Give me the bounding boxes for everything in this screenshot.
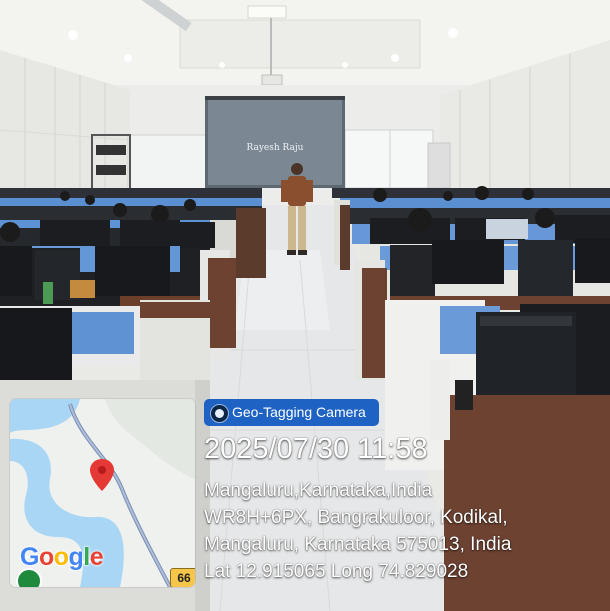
whiteboard — [127, 134, 209, 191]
projected-slide-title: Rayesh Raju — [247, 143, 304, 153]
timestamp: 2025/07/30 11:58 — [204, 433, 428, 465]
google-logo-letter: o — [53, 543, 69, 571]
coordinates-line: Lat 12.915065 Long 74.829028 — [204, 561, 469, 582]
geo-tagging-app-name: Geo-Tagging Camera — [232, 404, 366, 420]
geo-tagging-badge: Geo-Tagging Camera — [204, 399, 379, 426]
camera-lens-icon — [210, 404, 229, 423]
ceiling-projector — [261, 74, 283, 86]
ceiling-spotlight — [342, 62, 348, 68]
google-logo-letter: e — [89, 543, 104, 571]
address-line-2: Mangaluru, Karnataka 575013, India — [204, 534, 512, 555]
route-number-badge: 66 — [170, 568, 195, 587]
location-map: Google 66 — [10, 399, 195, 587]
ceiling-spotlight — [68, 30, 78, 40]
screen-top-bar — [205, 96, 345, 100]
cabinet — [427, 142, 451, 189]
ceiling-spotlight — [219, 62, 225, 68]
address-line-1: WR8H+6PX, Bangrakuloor, Kodikal, — [204, 507, 508, 528]
google-logo-letter: G — [20, 543, 39, 571]
window — [344, 129, 434, 189]
google-logo-letter: g — [68, 543, 84, 571]
ceiling-light-panel — [247, 5, 287, 19]
ceiling-spotlight — [448, 28, 458, 38]
classroom-photo: Rayesh Raju Google 66 Geo-Tagging Camera… — [0, 0, 610, 611]
shelf-item — [96, 145, 126, 155]
location-city-line: Mangaluru,Karnataka,India — [204, 480, 433, 501]
google-logo-letter: o — [38, 543, 54, 571]
projected-slide — [208, 99, 342, 185]
shelf-item — [96, 165, 126, 175]
ceiling-spotlight — [391, 54, 399, 62]
ceiling-spotlight — [124, 54, 132, 62]
google-logo: Google — [20, 543, 104, 572]
ceiling-recess — [179, 19, 421, 69]
